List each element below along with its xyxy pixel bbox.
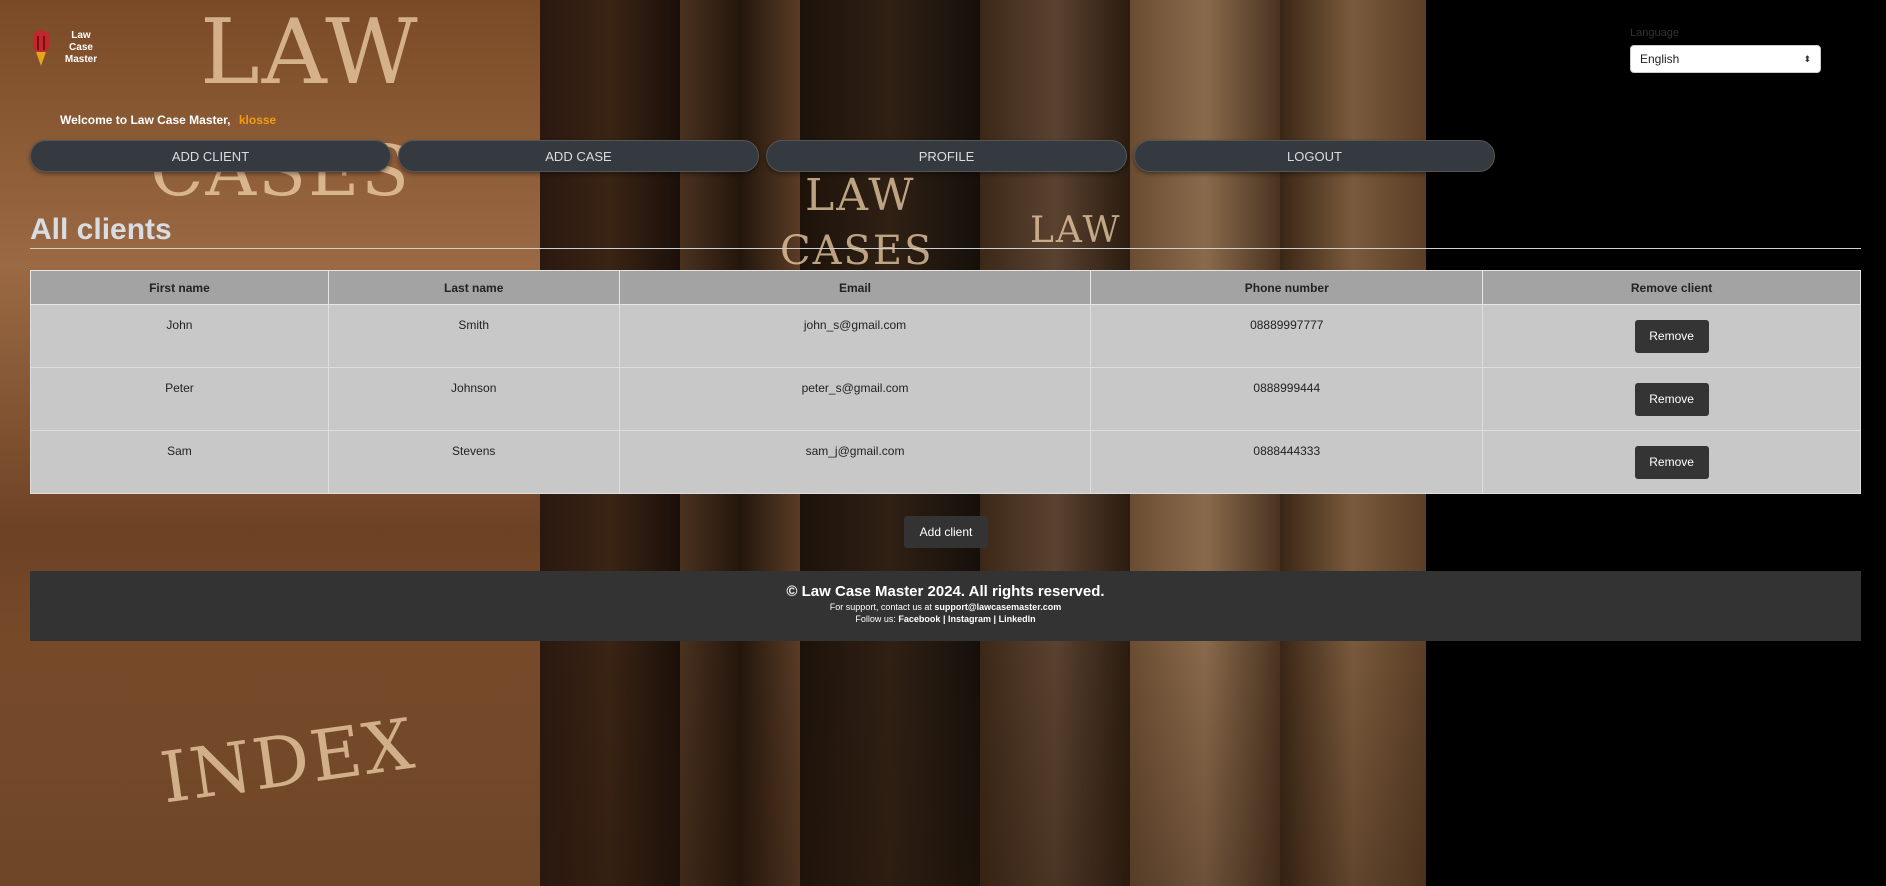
separator: | — [942, 614, 946, 624]
footer: © Law Case Master 2024. All rights reser… — [30, 571, 1861, 641]
language-select[interactable]: English ⬍ — [1630, 45, 1821, 73]
add-client-nav-button[interactable]: ADD CLIENT — [30, 140, 391, 172]
table-row: Sam Stevens sam_j@gmail.com 0888444333 R… — [30, 430, 1861, 494]
footer-support-line: For support, contact us at support@lawca… — [30, 602, 1861, 612]
support-email-link[interactable]: support@lawcasemaster.com — [934, 602, 1061, 612]
instagram-link[interactable]: Instagram — [948, 614, 991, 624]
bg-spine-text: CASES — [780, 228, 934, 274]
cell-remove: Remove — [1482, 304, 1861, 368]
title-divider — [30, 248, 1861, 249]
follow-prefix: Follow us: — [855, 614, 896, 624]
cell-last-name: Smith — [327, 304, 620, 368]
cell-remove: Remove — [1482, 430, 1861, 494]
welcome-text: Welcome to Law Case Master, — [60, 113, 231, 127]
language-selector: Language English ⬍ — [1630, 27, 1821, 73]
add-client-button[interactable]: Add client — [904, 516, 988, 548]
clients-table: First name Last name Email Phone number … — [30, 270, 1861, 494]
table-row: Peter Johnson peter_s@gmail.com 08889994… — [30, 367, 1861, 431]
remove-client-button[interactable]: Remove — [1634, 382, 1709, 416]
bg-spine-text: LAW — [200, 0, 420, 105]
profile-nav-button[interactable]: PROFILE — [766, 140, 1127, 172]
cell-last-name: Stevens — [327, 430, 620, 494]
separator: | — [993, 614, 997, 624]
logo-text: Law Case Master — [58, 30, 104, 66]
column-header-email: Email — [618, 270, 1092, 305]
table-row: John Smith john_s@gmail.com 08889997777 … — [30, 304, 1861, 368]
cell-remove: Remove — [1482, 367, 1861, 431]
bg-spine-text: LAW — [1030, 210, 1122, 251]
cell-phone: 08889997777 — [1090, 304, 1484, 368]
logo-text-line: Master — [64, 54, 98, 65]
cell-phone: 0888999444 — [1090, 367, 1484, 431]
column-header-phone: Phone number — [1090, 270, 1484, 305]
linkedin-link[interactable]: LinkedIn — [999, 614, 1036, 624]
cell-first-name: Peter — [30, 367, 329, 431]
language-selected-value: English — [1640, 52, 1680, 66]
table-header-row: First name Last name Email Phone number … — [30, 270, 1861, 305]
column-header-last-name: Last name — [327, 270, 620, 305]
cell-first-name: John — [30, 304, 329, 368]
cell-last-name: Johnson — [327, 367, 620, 431]
cell-email: peter_s@gmail.com — [618, 367, 1092, 431]
page-title: All clients — [30, 213, 172, 246]
footer-copyright: © Law Case Master 2024. All rights reser… — [786, 583, 1105, 600]
logo-text-line: Case — [69, 42, 93, 53]
cell-email: john_s@gmail.com — [618, 304, 1092, 368]
remove-client-button[interactable]: Remove — [1634, 445, 1709, 479]
remove-client-button[interactable]: Remove — [1634, 319, 1709, 353]
column-header-remove: Remove client — [1482, 270, 1861, 305]
username: klosse — [238, 113, 277, 127]
select-arrows-icon: ⬍ — [1803, 53, 1811, 64]
logo[interactable]: Law Case Master — [30, 28, 104, 68]
cell-first-name: Sam — [30, 430, 329, 494]
pen-logo-icon — [33, 29, 49, 66]
language-label: Language — [1630, 27, 1679, 39]
cell-phone: 0888444333 — [1090, 430, 1484, 494]
logout-nav-button[interactable]: LOGOUT — [1134, 140, 1495, 172]
main-nav: ADD CLIENT ADD CASE PROFILE LOGOUT — [30, 140, 1495, 172]
column-header-first-name: First name — [30, 270, 329, 305]
welcome-message: Welcome to Law Case Master, klosse — [60, 113, 276, 127]
footer-follow-line: Follow us: Facebook | Instagram | Linked… — [30, 614, 1861, 624]
logo-text-line: Law — [71, 30, 91, 41]
facebook-link[interactable]: Facebook — [898, 614, 940, 624]
cell-email: sam_j@gmail.com — [618, 430, 1092, 494]
support-prefix: For support, contact us at — [829, 602, 932, 612]
add-case-nav-button[interactable]: ADD CASE — [398, 140, 759, 172]
bg-spine-text: LAW — [805, 170, 916, 221]
